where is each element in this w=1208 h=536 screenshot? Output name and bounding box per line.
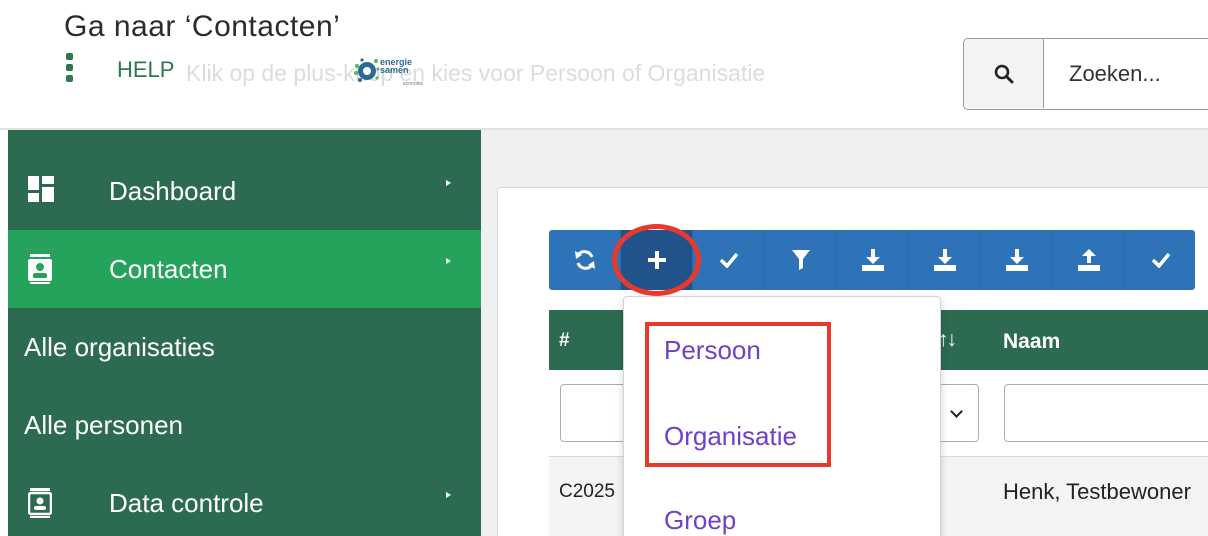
download-icon — [861, 249, 884, 271]
chevron-right-icon — [446, 492, 451, 498]
download-icon — [933, 249, 956, 271]
search-input[interactable] — [1045, 39, 1208, 108]
download-button-3[interactable] — [981, 230, 1053, 290]
row-naam: Henk, Testbewoner — [1003, 479, 1191, 504]
search-icon — [994, 64, 1014, 84]
upload-button[interactable] — [1053, 230, 1125, 290]
column-header-naam[interactable]: Naam — [1003, 330, 1060, 354]
sidebar-items: Dashboard Contacten Alle organisaties Al… — [8, 130, 481, 536]
upload-icon — [1077, 249, 1100, 271]
download-button-2[interactable] — [909, 230, 981, 290]
annotation-circle — [612, 224, 701, 296]
row-number: C2025 — [559, 481, 615, 502]
download-button-1[interactable] — [837, 230, 909, 290]
kebab-menu-icon[interactable] — [66, 53, 74, 89]
chevron-right-icon — [446, 180, 451, 186]
annotation-rectangle — [645, 322, 831, 467]
help-link[interactable]: HELP — [117, 57, 174, 83]
sidebar-item-label: Contacten — [109, 254, 228, 284]
chevron-down-icon — [950, 405, 963, 418]
sidebar-subitem-alle-personen[interactable]: Alle personen — [8, 386, 481, 464]
refresh-icon — [574, 250, 595, 270]
filter-naam-input[interactable] — [1004, 384, 1208, 442]
check-icon — [1151, 252, 1171, 268]
sidebar-item-label: Data controle — [109, 488, 264, 518]
sidebar-subitem-label: Alle personen — [24, 410, 183, 440]
check-icon — [719, 252, 738, 268]
app-window: Ga naar ‘Contacten’ Klik op de plus-knop… — [0, 0, 1208, 536]
dashboard-icon — [28, 176, 54, 202]
data-control-icon — [28, 488, 52, 518]
top-bar: HELP energie samen econobis — [0, 28, 1208, 128]
select-button[interactable] — [693, 230, 765, 290]
filter-icon — [791, 250, 810, 270]
sidebar-item-contacten[interactable]: Contacten — [8, 230, 481, 308]
sidebar-item-label: Dashboard — [109, 176, 237, 206]
refresh-button[interactable] — [549, 230, 621, 290]
contact-card-icon — [28, 254, 52, 284]
search-box — [963, 38, 1208, 110]
logo-text-2: samen — [380, 65, 409, 75]
chevron-right-icon — [446, 258, 451, 264]
logo-mark-icon — [354, 58, 380, 82]
sidebar-item-data-controle[interactable]: Data controle — [8, 464, 481, 536]
menu-item-groep[interactable]: Groep — [664, 505, 736, 536]
search-button[interactable] — [964, 39, 1044, 108]
sidebar-subitem-alle-organisaties[interactable]: Alle organisaties — [8, 308, 481, 386]
filter-button[interactable] — [765, 230, 837, 290]
column-header-number[interactable]: # — [559, 330, 570, 352]
confirm-button[interactable] — [1125, 230, 1197, 290]
logo: energie samen econobis — [350, 54, 450, 90]
download-icon — [1005, 249, 1028, 271]
logo-subtext: econobis — [403, 81, 424, 87]
sidebar-subitem-label: Alle organisaties — [24, 332, 215, 362]
sidebar-item-dashboard[interactable]: Dashboard — [8, 152, 481, 230]
